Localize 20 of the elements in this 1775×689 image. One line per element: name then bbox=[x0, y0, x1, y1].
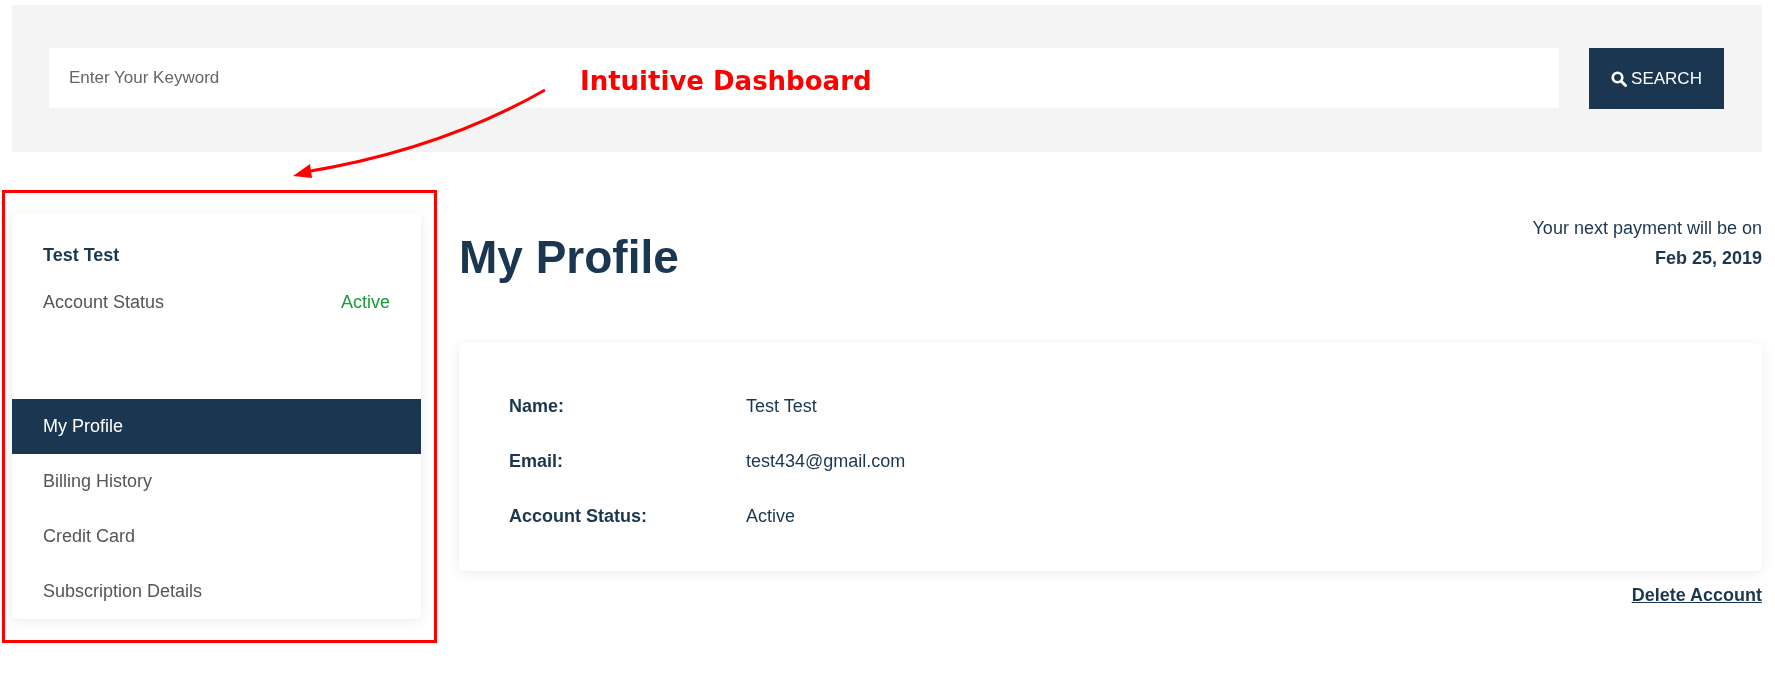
status-label: Account Status bbox=[43, 291, 165, 314]
annotation-label: Intuitive Dashboard bbox=[580, 66, 872, 96]
search-icon bbox=[1611, 70, 1628, 87]
field-value: test434@gmail.com bbox=[746, 451, 906, 472]
sidebar-item[interactable]: My Profile bbox=[12, 399, 421, 454]
sidebar-item[interactable]: Credit Card bbox=[12, 509, 421, 564]
field-value: Test Test bbox=[746, 396, 817, 417]
sidebar-item[interactable]: Billing History bbox=[12, 454, 421, 509]
field-label: Name: bbox=[509, 396, 566, 417]
field-label: Account Status: bbox=[509, 506, 648, 527]
page-title: My Profile bbox=[459, 231, 679, 283]
delete-account-link[interactable]: Delete Account bbox=[1631, 585, 1762, 606]
field-label: Email: bbox=[509, 451, 565, 472]
status-value: Active bbox=[340, 291, 390, 314]
field-value: Active bbox=[746, 506, 796, 527]
user-name: Test Test bbox=[42, 244, 121, 267]
payment-date: Feb 25, 2019 bbox=[1653, 247, 1762, 270]
sidebar-item[interactable]: Subscription Details bbox=[12, 564, 421, 619]
payment-note: Your next payment will be on bbox=[1532, 217, 1762, 240]
search-button[interactable]: SEARCH bbox=[1589, 48, 1724, 109]
